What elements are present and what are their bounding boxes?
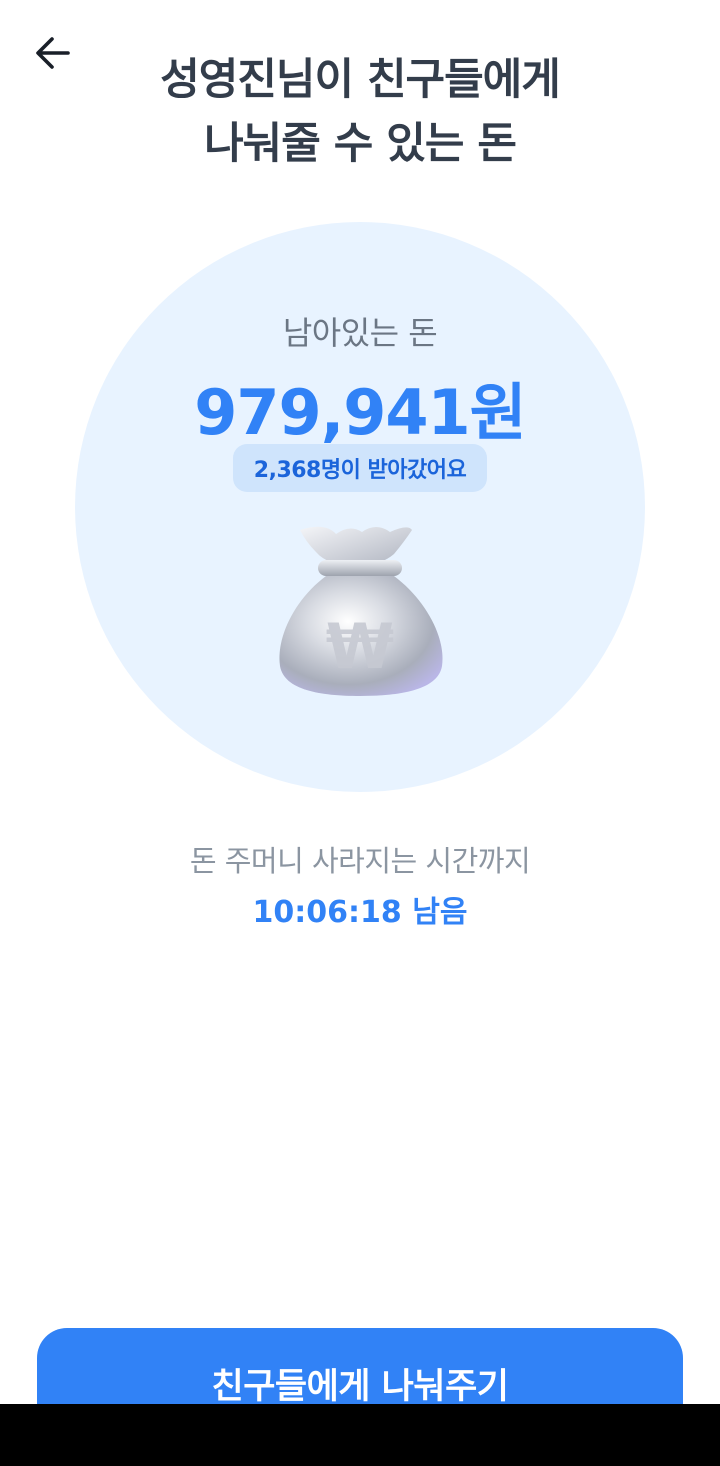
timer-countdown: 10:06:18 남음 bbox=[252, 895, 468, 930]
recipients-badge: 2,368명이 받아갔어요 bbox=[233, 444, 487, 492]
remaining-amount: 979,941원 bbox=[194, 376, 526, 449]
timer-label: 돈 주머니 사라지는 시간까지 bbox=[189, 844, 531, 878]
title-line-1: 성영진님이 친구들에게 bbox=[160, 55, 561, 105]
system-navigation-bar bbox=[0, 1404, 720, 1466]
svg-text:₩: ₩ bbox=[326, 610, 394, 683]
remaining-money-label: 남아있는 돈 bbox=[282, 314, 438, 352]
title-line-2: 나눠줄 수 있는 돈 bbox=[204, 119, 517, 169]
money-bag-icon: ₩ bbox=[279, 526, 443, 696]
page-title: 성영진님이 친구들에게 나눠줄 수 있는 돈 bbox=[0, 48, 720, 176]
share-button-label: 친구들에게 나눠주기 bbox=[211, 1367, 510, 1407]
